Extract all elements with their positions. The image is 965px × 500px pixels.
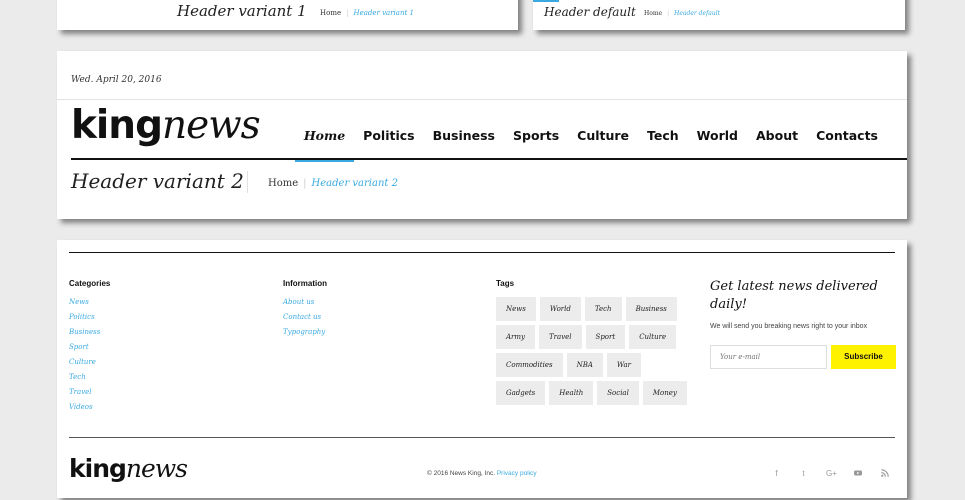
categories-title: Categories [69, 279, 111, 288]
rss-icon[interactable] [880, 469, 889, 479]
breadcrumb: Home | Header variant 1 [320, 9, 414, 17]
page-title: Header variant 2 [71, 169, 244, 193]
categories-list: News Politics Business Sport Culture Tec… [69, 298, 100, 418]
tag[interactable]: War [606, 353, 642, 377]
header-variant-2-card: Wed. April 20, 2016 kingnews Home Politi… [57, 51, 907, 219]
information-list: About us Contact us Typography [283, 298, 325, 343]
category-link-news[interactable]: News [69, 298, 100, 313]
footer-card: Categories News Politics Business Sport … [57, 240, 907, 498]
tag[interactable]: World [539, 297, 581, 321]
nav-item-culture[interactable]: Culture [568, 129, 638, 161]
footer-top-rule [69, 252, 895, 253]
youtube-icon[interactable] [853, 469, 862, 479]
subscribe-button[interactable]: Subscribe [831, 345, 896, 369]
tag[interactable]: Gadgets [496, 381, 546, 405]
copyright: © 2016 News King, Inc. Privacy policy [427, 470, 537, 477]
tag[interactable]: Army [496, 325, 535, 349]
breadcrumb: Home | Header default [644, 10, 721, 17]
twitter-icon[interactable]: t [799, 469, 808, 479]
header-default-card: Header default Home | Header default [533, 0, 905, 30]
tag[interactable]: Travel [539, 325, 582, 349]
tag[interactable]: Health [549, 381, 594, 405]
facebook-icon[interactable]: f [772, 469, 781, 479]
breadcrumb-home[interactable]: Home [644, 10, 662, 17]
footer-bottom-rule [69, 437, 895, 438]
newsletter-text: We will send you breaking news right to … [710, 323, 868, 330]
tag[interactable]: Sport [585, 325, 626, 349]
nav-item-politics[interactable]: Politics [354, 129, 423, 161]
tag[interactable]: Tech [584, 297, 622, 321]
nav-item-home[interactable]: Home [294, 129, 355, 162]
nav-item-tech[interactable]: Tech [638, 129, 688, 161]
info-link-contact[interactable]: Contact us [283, 313, 325, 328]
breadcrumb-current: Header variant 2 [311, 178, 398, 189]
category-link-sport[interactable]: Sport [69, 343, 100, 358]
info-link-about[interactable]: About us [283, 298, 325, 313]
logo-king: king [69, 454, 127, 483]
page-title: Header variant 1 [177, 2, 307, 20]
title-divider [247, 171, 248, 193]
category-link-travel[interactable]: Travel [69, 388, 100, 403]
tag-cloud: News World Tech Business Army Travel Spo… [496, 297, 696, 409]
nav-item-business[interactable]: Business [424, 129, 504, 161]
google-plus-icon[interactable]: G+ [826, 469, 837, 479]
rss-glyph [880, 469, 889, 477]
category-link-business[interactable]: Business [69, 328, 100, 343]
logo-news: news [125, 454, 188, 483]
footer-logo[interactable]: kingnews [69, 454, 188, 484]
tag[interactable]: Business [625, 297, 677, 321]
tag[interactable]: Social [597, 381, 639, 405]
tags-title: Tags [496, 279, 515, 288]
youtube-glyph [853, 470, 862, 476]
tag[interactable]: Culture [629, 325, 677, 349]
category-link-videos[interactable]: Videos [69, 403, 100, 418]
divider [57, 99, 907, 100]
tag[interactable]: Commodities [496, 353, 563, 377]
privacy-link[interactable]: Privacy policy [497, 470, 537, 477]
page-title: Header default [544, 5, 636, 19]
breadcrumb-current: Header default [674, 10, 721, 17]
email-input[interactable] [710, 345, 827, 369]
tag[interactable]: News [496, 297, 536, 321]
info-link-typography[interactable]: Typography [283, 328, 325, 343]
tag[interactable]: NBA [566, 353, 603, 377]
newsletter-title: Get latest news delivered daily! [710, 279, 878, 312]
accent-line [533, 0, 559, 2]
category-link-politics[interactable]: Politics [69, 313, 100, 328]
nav-item-world[interactable]: World [688, 129, 747, 161]
logo-news: news [162, 103, 261, 148]
copyright-text: © 2016 News King, Inc. [427, 470, 496, 477]
breadcrumb-home[interactable]: Home [268, 178, 298, 189]
site-logo[interactable]: kingnews [71, 103, 261, 149]
information-title: Information [283, 279, 327, 288]
main-nav: Home Politics Business Sports Culture Te… [294, 129, 887, 162]
social-links: f t G+ [754, 469, 889, 479]
header-variant-1-card: Header variant 1 Home | Header variant 1 [57, 0, 518, 30]
nav-item-sports[interactable]: Sports [504, 129, 568, 161]
tag[interactable]: Money [642, 381, 687, 405]
nav-item-about[interactable]: About [747, 129, 807, 161]
header-date: Wed. April 20, 2016 [71, 75, 162, 85]
breadcrumb: Home | Header variant 2 [268, 178, 398, 189]
nav-item-contacts[interactable]: Contacts [807, 129, 887, 161]
breadcrumb-home[interactable]: Home [320, 9, 341, 17]
nav-bottom-rule [71, 158, 907, 160]
logo-king: king [71, 103, 163, 148]
category-link-culture[interactable]: Culture [69, 358, 100, 373]
category-link-tech[interactable]: Tech [69, 373, 100, 388]
breadcrumb-current: Header variant 1 [353, 9, 414, 17]
